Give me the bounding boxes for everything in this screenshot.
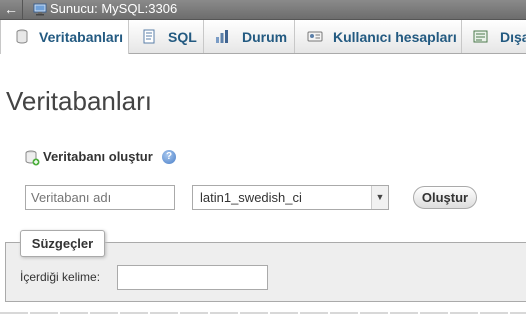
collation-value: latin1_swedish_ci [200, 190, 302, 205]
database-name-input[interactable] [25, 185, 175, 210]
main-tab-bar: Veritabanları SQL Durum Kullanıcı hesapl… [0, 20, 526, 54]
tab-sql[interactable]: SQL [129, 20, 204, 53]
chevron-down-icon[interactable]: ▼ [371, 186, 388, 209]
tab-status[interactable]: Durum [204, 20, 295, 53]
back-arrow-icon[interactable]: ← [0, 0, 23, 19]
tab-label: Dışa [500, 29, 526, 45]
page-title: Veritabanları [6, 86, 152, 116]
database-icon [16, 29, 28, 44]
tab-export[interactable]: Dışa [462, 20, 526, 53]
tab-user-accounts[interactable]: Kullanıcı hesapları [295, 20, 462, 53]
tab-label: SQL [168, 29, 197, 45]
server-icon [33, 3, 47, 16]
filters-legend: Süzgeçler [20, 230, 105, 257]
tab-label: Kullanıcı hesapları [333, 29, 457, 45]
table-header-edge [0, 312, 526, 314]
keyword-filter-input[interactable] [117, 265, 268, 290]
create-database-label: Veritabanı oluştur [43, 149, 153, 164]
export-icon [473, 30, 488, 43]
collation-select[interactable]: latin1_swedish_ci ▼ [192, 185, 389, 210]
tab-label: Veritabanları [39, 29, 124, 45]
tab-label: Durum [242, 29, 288, 45]
help-icon[interactable]: ? [162, 150, 176, 164]
tab-databases[interactable]: Veritabanları [0, 20, 129, 54]
status-icon [216, 30, 228, 43]
add-database-icon [25, 150, 40, 166]
server-label[interactable]: Sunucu: MySQL:3306 [50, 1, 177, 17]
sql-icon [143, 29, 155, 44]
keyword-filter-label: İçerdiği kelime: [20, 270, 101, 284]
server-breadcrumb-bar: ← Sunucu: MySQL:3306 [0, 0, 526, 20]
users-icon [307, 31, 323, 42]
create-database-button[interactable]: Oluştur [413, 186, 477, 209]
